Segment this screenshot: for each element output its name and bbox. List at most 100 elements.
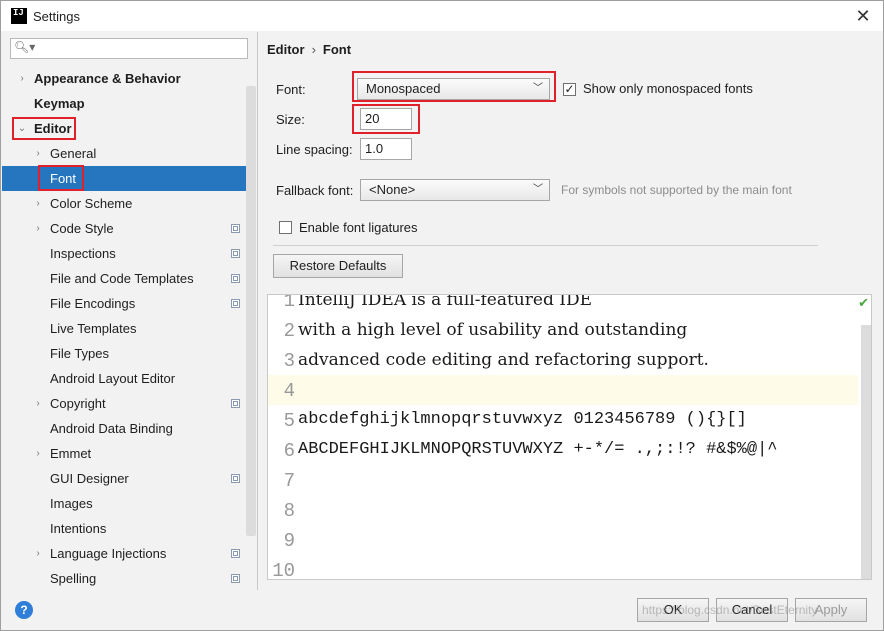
chevron-down-icon: ﹀ <box>533 184 543 195</box>
sidebar-item-emmet[interactable]: › Emmet <box>2 441 246 466</box>
sidebar-item-file-encodings[interactable]: File Encodings <box>2 291 246 316</box>
chevron-right-icon[interactable]: › <box>33 541 43 566</box>
sidebar-item-android-layout-editor[interactable]: Android Layout Editor <box>2 366 246 391</box>
show-monospaced-checkbox[interactable]: ✓ <box>563 83 576 96</box>
sidebar-item-live-templates[interactable]: Live Templates <box>2 316 246 341</box>
ok-button[interactable]: OK <box>637 598 709 622</box>
preview-line: 10 <box>268 555 858 580</box>
line-number: 1 <box>283 294 295 312</box>
project-scope-icon <box>231 474 240 483</box>
sidebar-item-label: Color Scheme <box>50 196 133 211</box>
project-scope-icon <box>231 549 240 558</box>
preview-line: 2 with a high level of usability and outs… <box>268 315 858 345</box>
preview-line: 1 IntelliJ IDEA is a full-featured IDE <box>268 294 858 315</box>
sidebar-item-label: Android Data Binding <box>50 421 173 436</box>
fallback-font-value: <None> <box>369 182 416 197</box>
restore-defaults-button[interactable]: Restore Defaults <box>273 254 403 278</box>
line-spacing-input[interactable]: 1.0 <box>360 138 412 160</box>
chevron-right-icon[interactable]: › <box>17 66 27 91</box>
sidebar-item-inspections[interactable]: Inspections <box>2 241 246 266</box>
inspection-ok-icon: ✔ <box>858 295 869 310</box>
sidebar-item-spelling[interactable]: Spelling <box>2 566 246 591</box>
font-settings-panel: Editor › Font Font: Monospaced ﹀ ✓ Show on… <box>258 32 883 590</box>
font-combo[interactable]: Monospaced ﹀ <box>357 78 550 100</box>
window-title: Settings <box>33 9 80 24</box>
sidebar-item-gui-designer[interactable]: GUI Designer <box>2 466 246 491</box>
sidebar-item-appearance-behavior[interactable]: › Appearance & Behavior <box>2 66 246 91</box>
search-input[interactable] <box>33 40 247 59</box>
sidebar-item-file-and-code-templates[interactable]: File and Code Templates <box>2 266 246 291</box>
preview-code-text: advanced code editing and refactoring su… <box>298 350 709 370</box>
sidebar-item-label: Spelling <box>50 571 97 586</box>
chevron-right-icon[interactable]: › <box>33 441 43 466</box>
settings-window: IJ Settings ✕ 🔍︎▾ › Appearance & Behavior… <box>0 0 884 631</box>
preview-line: 7 <box>268 465 858 495</box>
fallback-font-combo[interactable]: <None> ﹀ <box>360 179 550 201</box>
sidebar-item-label: File Encodings <box>50 296 136 311</box>
font-label: Font: <box>276 82 306 97</box>
breadcrumb-current: Font <box>322 42 352 57</box>
sidebar-item-copyright[interactable]: › Copyright <box>2 391 246 416</box>
size-input[interactable]: 20 <box>360 108 412 130</box>
sidebar-item-label: Keymap <box>34 96 85 111</box>
settings-sidebar: 🔍︎▾ › Appearance & Behavior Keymap ⌄ Editor ›… <box>2 32 258 590</box>
breadcrumb-separator: › <box>311 42 316 57</box>
sidebar-item-keymap[interactable]: Keymap <box>2 91 246 116</box>
settings-search[interactable]: 🔍︎▾ <box>10 38 248 59</box>
sidebar-item-intentions[interactable]: Intentions <box>2 516 246 541</box>
preview-line: 6 ABCDEFGHIJKLMNOPQRSTUVWXYZ +-*/= .,;:!?… <box>268 435 858 465</box>
line-spacing-label: Line spacing: <box>276 142 353 157</box>
sidebar-item-color-scheme[interactable]: › Color Scheme <box>2 191 246 216</box>
apply-button[interactable]: Apply <box>795 598 867 622</box>
chevron-right-icon[interactable]: › <box>33 391 43 416</box>
sidebar-item-label: Emmet <box>50 446 92 461</box>
font-preview-editor[interactable]: 10 9 8 7 6 ABCDEFGHIJKLMNOPQRSTUVWXYZ +-*/= .… <box>267 294 872 580</box>
chevron-right-icon[interactable]: › <box>33 216 43 241</box>
project-scope-icon <box>231 399 240 408</box>
show-monospaced-label[interactable]: Show only monospaced fonts <box>583 81 753 96</box>
chevron-down-icon: ﹀ <box>533 83 543 94</box>
font-combo-value: Monospaced <box>366 81 441 96</box>
sidebar-item-label: File and Code Templates <box>50 271 194 286</box>
chevron-right-icon[interactable]: › <box>33 141 43 166</box>
cancel-button[interactable]: Cancel <box>716 598 788 622</box>
sidebar-scrollbar[interactable] <box>246 86 256 536</box>
line-number: 9 <box>283 530 295 552</box>
preview-line: 4 <box>268 375 858 405</box>
sidebar-item-label: Live Templates <box>50 321 137 336</box>
preview-code-text: ABCDEFGHIJKLMNOPQRSTUVWXYZ +-*/= .,;:!? … <box>298 440 778 459</box>
sidebar-item-label: GUI Designer <box>50 471 129 486</box>
sidebar-item-images[interactable]: Images <box>2 491 246 516</box>
chevron-right-icon[interactable]: › <box>33 191 43 216</box>
sidebar-item-label: General <box>50 146 97 161</box>
sidebar-item-android-data-binding[interactable]: Android Data Binding <box>2 416 246 441</box>
breadcrumb-parent[interactable]: Editor <box>267 42 305 57</box>
sidebar-item-general[interactable]: › General <box>2 141 246 166</box>
fallback-font-label: Fallback font: <box>276 183 354 198</box>
project-scope-icon <box>231 274 240 283</box>
sidebar-item-font[interactable]: Font <box>2 166 246 191</box>
preview-line: 8 <box>268 495 858 525</box>
close-icon[interactable]: ✕ <box>851 4 875 28</box>
sidebar-item-language-injections[interactable]: › Language Injections <box>2 541 246 566</box>
sidebar-item-label: Intentions <box>50 521 107 536</box>
sidebar-item-file-types[interactable]: File Types <box>2 341 246 366</box>
dialog-footer: ? OK Cancel Apply https://blog.csdn.net/… <box>2 591 882 629</box>
intellij-app-icon: IJ <box>11 8 27 24</box>
sidebar-item-label: Font <box>50 171 77 186</box>
sidebar-item-code-style[interactable]: › Code Style <box>2 216 246 241</box>
line-number: 3 <box>283 350 295 372</box>
project-scope-icon <box>231 574 240 583</box>
sidebar-item-label: Android Layout Editor <box>50 371 176 386</box>
preview-scrollbar[interactable] <box>861 325 871 579</box>
section-divider <box>273 245 818 246</box>
font-ligatures-label[interactable]: Enable font ligatures <box>299 220 418 235</box>
line-number: 7 <box>283 470 295 492</box>
chevron-down-icon[interactable]: ⌄ <box>17 116 27 141</box>
line-number: 6 <box>283 440 295 462</box>
line-number: 10 <box>272 560 295 580</box>
sidebar-item-label: Images <box>50 496 93 511</box>
help-icon[interactable]: ? <box>15 601 33 619</box>
font-ligatures-checkbox[interactable] <box>279 221 292 234</box>
sidebar-item-editor[interactable]: ⌄ Editor <box>2 116 246 141</box>
